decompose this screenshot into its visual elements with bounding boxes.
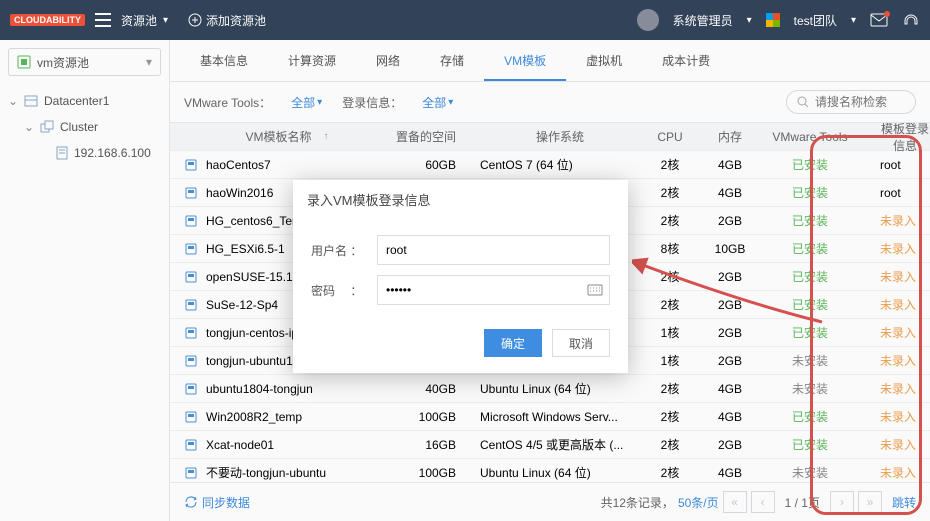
login-info-modal: 录入VM模板登录信息 用户名 ： 密码 ： 确定 取消 [293, 180, 628, 373]
username-label: 用户名 ： [311, 242, 377, 259]
password-input[interactable] [386, 283, 601, 297]
keyboard-icon[interactable] [587, 284, 603, 296]
username-input[interactable] [386, 243, 601, 257]
password-label: 密码 ： [311, 282, 377, 299]
cancel-button[interactable]: 取消 [552, 329, 610, 357]
ok-button[interactable]: 确定 [484, 329, 542, 357]
modal-title: 录入VM模板登录信息 [293, 180, 628, 219]
